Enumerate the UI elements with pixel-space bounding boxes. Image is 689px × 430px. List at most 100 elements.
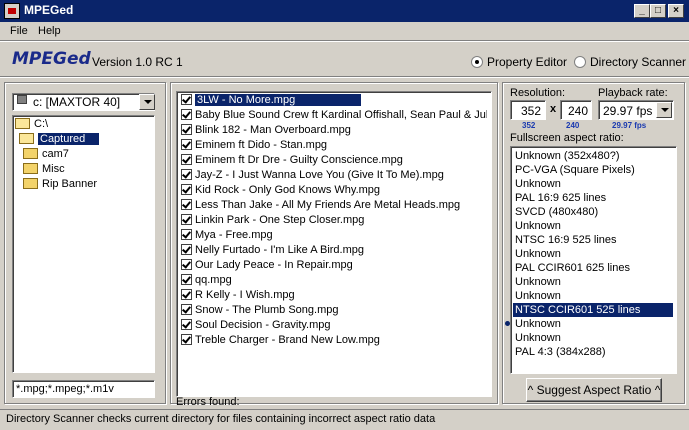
checkbox-icon[interactable] bbox=[181, 198, 192, 210]
menu-file[interactable]: File bbox=[10, 25, 28, 37]
close-button[interactable]: × bbox=[668, 4, 684, 18]
aspect-ratio-item[interactable]: Unknown bbox=[513, 177, 673, 191]
file-name: Eminem ft Dr Dre - Guilty Conscience.mpg bbox=[195, 154, 403, 166]
playback-rate-select[interactable]: 29.97 fps bbox=[598, 100, 674, 120]
checkbox-icon[interactable] bbox=[181, 258, 192, 270]
directory-scanner-label[interactable]: Directory Scanner bbox=[590, 55, 686, 69]
aspect-ratio-item[interactable]: PAL 16:9 625 lines bbox=[513, 191, 673, 205]
menu-bar: File Help bbox=[0, 22, 689, 40]
tree-item-misc[interactable]: Misc bbox=[23, 162, 65, 177]
file-row[interactable]: Blink 182 - Man Overboard.mpg bbox=[181, 123, 487, 138]
file-name: Kid Rock - Only God Knows Why.mpg bbox=[195, 184, 381, 196]
playback-hint: 29.97 fps bbox=[612, 121, 647, 130]
file-row[interactable]: R Kelly - I Wish.mpg bbox=[181, 288, 487, 303]
app-logo: MPEGed bbox=[12, 49, 91, 69]
aspect-ratio-list[interactable]: Unknown (352x480?) PC-VGA (Square Pixels)… bbox=[510, 146, 677, 374]
tree-item-cam7[interactable]: cam7 bbox=[23, 147, 69, 162]
header-separator bbox=[0, 76, 689, 78]
version-label: Version 1.0 RC 1 bbox=[92, 55, 183, 69]
checkbox-icon[interactable] bbox=[181, 123, 192, 135]
aspect-ratio-item[interactable]: NTSC 16:9 525 lines bbox=[513, 233, 673, 247]
minimize-button[interactable]: _ bbox=[634, 4, 650, 18]
aspect-ratio-item[interactable]: Unknown bbox=[513, 331, 673, 345]
file-name: Less Than Jake - All My Friends Are Meta… bbox=[195, 199, 461, 211]
checkbox-icon[interactable] bbox=[181, 273, 192, 285]
app-icon[interactable] bbox=[4, 3, 20, 19]
tree-item-rip-banner[interactable]: Rip Banner bbox=[23, 177, 97, 192]
aspect-ratio-item[interactable]: PC-VGA (Square Pixels) bbox=[513, 163, 673, 177]
menu-help[interactable]: Help bbox=[38, 25, 61, 37]
width-hint: 352 bbox=[522, 121, 536, 130]
folder-tree[interactable]: C:\ Captured cam7 Misc Rip Banner bbox=[12, 115, 155, 373]
checkbox-icon[interactable] bbox=[181, 183, 192, 195]
file-row[interactable]: Treble Charger - Brand New Low.mpg bbox=[181, 333, 487, 348]
aspect-ratio-item[interactable]: Unknown bbox=[513, 247, 673, 261]
file-row[interactable]: Our Lady Peace - In Repair.mpg bbox=[181, 258, 487, 273]
chevron-down-icon[interactable] bbox=[139, 94, 155, 110]
checkbox-icon[interactable] bbox=[181, 318, 192, 330]
chevron-down-icon[interactable] bbox=[656, 102, 672, 118]
file-name: qq.mpg bbox=[195, 274, 232, 286]
file-row[interactable]: Kid Rock - Only God Knows Why.mpg bbox=[181, 183, 487, 198]
file-row[interactable]: Baby Blue Sound Crew ft Kardinal Offisha… bbox=[181, 108, 487, 123]
property-editor-label[interactable]: Property Editor bbox=[487, 55, 567, 69]
file-row[interactable]: Snow - The Plumb Song.mpg bbox=[181, 303, 487, 318]
file-name: Blink 182 - Man Overboard.mpg bbox=[195, 124, 351, 136]
tree-item-root[interactable]: C:\ bbox=[15, 117, 48, 132]
checkbox-icon[interactable] bbox=[181, 108, 192, 120]
aspect-ratio-item[interactable]: NTSC CCIR601 525 lines bbox=[513, 303, 673, 317]
file-row[interactable]: Soul Decision - Gravity.mpg bbox=[181, 318, 487, 333]
suggest-aspect-ratio-button[interactable]: ^ Suggest Aspect Ratio ^ bbox=[526, 378, 662, 402]
aspect-ratio-item[interactable]: Unknown bbox=[513, 275, 673, 289]
checkbox-icon[interactable] bbox=[181, 243, 192, 255]
errors-label: Errors found: bbox=[176, 396, 240, 408]
aspect-ratio-item[interactable]: Unknown bbox=[513, 289, 673, 303]
aspect-ratio-item[interactable]: Unknown bbox=[513, 317, 673, 331]
aspect-ratio-item[interactable]: Unknown (352x480?) bbox=[513, 149, 673, 163]
filter-input[interactable]: *.mpg;*.mpeg;*.m1v bbox=[12, 380, 155, 398]
drive-select[interactable]: c: [MAXTOR 40] bbox=[12, 93, 155, 111]
aspect-ratio-item[interactable]: PAL 4:3 (384x288) bbox=[513, 345, 673, 359]
drive-value: c: [MAXTOR 40] bbox=[33, 95, 121, 109]
folder-icon bbox=[23, 177, 38, 189]
file-row[interactable]: Eminem ft Dido - Stan.mpg bbox=[181, 138, 487, 153]
file-name: Soul Decision - Gravity.mpg bbox=[195, 319, 331, 331]
checkbox-icon[interactable] bbox=[181, 93, 192, 105]
file-row[interactable]: Nelly Furtado - I'm Like A Bird.mpg bbox=[181, 243, 487, 258]
file-list[interactable]: 3LW - No More.mpg Baby Blue Sound Crew ft… bbox=[176, 91, 492, 397]
checkbox-icon[interactable] bbox=[181, 138, 192, 150]
resolution-height-input[interactable]: 240 bbox=[560, 100, 592, 120]
folder-icon bbox=[23, 147, 38, 159]
checkbox-icon[interactable] bbox=[181, 168, 192, 180]
file-row[interactable]: Eminem ft Dr Dre - Guilty Conscience.mpg bbox=[181, 153, 487, 168]
checkbox-icon[interactable] bbox=[181, 153, 192, 165]
maximize-button[interactable]: □ bbox=[650, 4, 666, 18]
aspect-ratio-item[interactable]: PAL CCIR601 625 lines bbox=[513, 261, 673, 275]
drive-icon bbox=[17, 95, 27, 104]
file-row[interactable]: Mya - Free.mpg bbox=[181, 228, 487, 243]
checkbox-icon[interactable] bbox=[181, 303, 192, 315]
file-name: Our Lady Peace - In Repair.mpg bbox=[195, 259, 353, 271]
file-name: Nelly Furtado - I'm Like A Bird.mpg bbox=[195, 244, 364, 256]
property-editor-radio[interactable] bbox=[471, 56, 483, 68]
selection-marker-icon bbox=[505, 321, 510, 326]
file-row[interactable]: 3LW - No More.mpg bbox=[181, 93, 487, 108]
checkbox-icon[interactable] bbox=[181, 228, 192, 240]
aspect-ratio-item[interactable]: SVCD (480x480) bbox=[513, 205, 673, 219]
checkbox-icon[interactable] bbox=[181, 213, 192, 225]
aspect-ratio-item[interactable]: Unknown bbox=[513, 219, 673, 233]
tree-item-captured[interactable]: Captured bbox=[19, 132, 100, 147]
file-row[interactable]: Linkin Park - One Step Closer.mpg bbox=[181, 213, 487, 228]
file-name: Baby Blue Sound Crew ft Kardinal Offisha… bbox=[195, 109, 487, 121]
title-bar[interactable]: MPEGed _ □ × bbox=[0, 0, 689, 22]
file-row[interactable]: Jay-Z - I Just Wanna Love You (Give It T… bbox=[181, 168, 487, 183]
resolution-label: Resolution: bbox=[510, 87, 566, 99]
file-row[interactable]: Less Than Jake - All My Friends Are Meta… bbox=[181, 198, 487, 213]
file-row[interactable]: qq.mpg bbox=[181, 273, 487, 288]
resolution-width-input[interactable]: 352 bbox=[510, 100, 546, 120]
checkbox-icon[interactable] bbox=[181, 333, 192, 345]
folder-open-icon bbox=[15, 117, 30, 129]
checkbox-icon[interactable] bbox=[181, 288, 192, 300]
status-bar: Directory Scanner checks current directo… bbox=[0, 409, 689, 430]
directory-scanner-radio[interactable] bbox=[574, 56, 586, 68]
